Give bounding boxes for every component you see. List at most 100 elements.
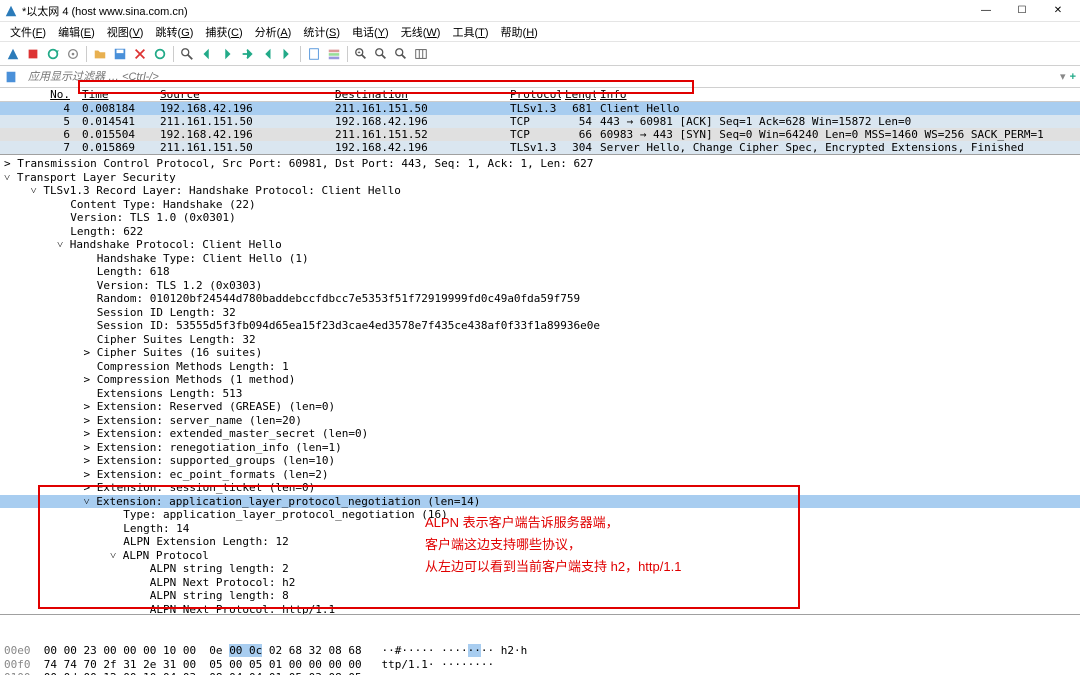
tree-node[interactable]: ˅ TLSv1.3 Record Layer: Handshake Protoc… bbox=[0, 184, 1080, 198]
menu-stats[interactable]: 统计(S) bbox=[297, 22, 346, 42]
tree-node[interactable]: > Extension: extended_master_secret (len… bbox=[0, 427, 1080, 441]
titlebar: *以太网 4 (host www.sina.com.cn) — ☐ ✕ bbox=[0, 0, 1080, 22]
tree-node[interactable]: > Transmission Control Protocol, Src Por… bbox=[0, 157, 1080, 171]
hex-row[interactable]: 00f0 74 74 70 2f 31 2e 31 00 05 00 05 01… bbox=[4, 658, 1076, 672]
minimize-button[interactable]: — bbox=[968, 0, 1004, 22]
toolbar-separator bbox=[347, 46, 348, 62]
zoom-in-icon[interactable]: + bbox=[352, 45, 370, 63]
goto-icon[interactable] bbox=[238, 45, 256, 63]
menubar: 文件(F) 编辑(E) 视图(V) 跳转(G) 捕获(C) 分析(A) 统计(S… bbox=[0, 22, 1080, 42]
tree-node[interactable]: > Extension: server_name (len=20) bbox=[0, 414, 1080, 428]
window-title: *以太网 4 (host www.sina.com.cn) bbox=[22, 3, 968, 19]
tree-node[interactable]: ˅ Extension: application_layer_protocol_… bbox=[0, 495, 1080, 509]
find-icon[interactable] bbox=[178, 45, 196, 63]
autoscroll-icon[interactable] bbox=[305, 45, 323, 63]
next-icon[interactable] bbox=[218, 45, 236, 63]
col-info[interactable]: Info bbox=[596, 88, 1080, 101]
packet-row[interactable]: 50.014541211.161.151.50192.168.42.196TCP… bbox=[0, 115, 1080, 128]
close-button[interactable]: ✕ bbox=[1040, 0, 1076, 22]
tree-node[interactable]: Length: 622 bbox=[0, 225, 1080, 239]
hex-row[interactable]: 0100 00 0d 00 12 00 10 04 03 08 04 04 01… bbox=[4, 671, 1076, 675]
tree-node[interactable]: Extensions Length: 513 bbox=[0, 387, 1080, 401]
tree-node[interactable]: Version: TLS 1.2 (0x0303) bbox=[0, 279, 1080, 293]
save-icon[interactable] bbox=[111, 45, 129, 63]
filter-bar: ▾ + bbox=[0, 66, 1080, 88]
packet-list: No. Time Source Destination Protocol Len… bbox=[0, 88, 1080, 155]
toolbar-separator bbox=[173, 46, 174, 62]
packet-row[interactable]: 60.015504192.168.42.196211.161.151.52TCP… bbox=[0, 128, 1080, 141]
menu-edit[interactable]: 编辑(E) bbox=[52, 22, 101, 42]
window-controls: — ☐ ✕ bbox=[968, 0, 1076, 22]
tree-node[interactable]: ALPN string length: 8 bbox=[0, 589, 1080, 603]
tree-node[interactable]: > Cipher Suites (16 suites) bbox=[0, 346, 1080, 360]
restart-capture-icon[interactable] bbox=[44, 45, 62, 63]
options-icon[interactable] bbox=[64, 45, 82, 63]
menu-view[interactable]: 视图(V) bbox=[101, 22, 150, 42]
toolbar: + bbox=[0, 42, 1080, 66]
col-source[interactable]: Source bbox=[156, 88, 331, 101]
toolbar-separator bbox=[300, 46, 301, 62]
tree-node[interactable]: ˅ Handshake Protocol: Client Hello bbox=[0, 238, 1080, 252]
filter-add-icon[interactable]: + bbox=[1070, 71, 1076, 83]
menu-tel[interactable]: 电话(Y) bbox=[346, 22, 395, 42]
hex-row[interactable]: 00e0 00 00 23 00 00 00 10 00 0e 00 0c 02… bbox=[4, 644, 1076, 658]
annotation-line: ALPN 表示客户端告诉服务器端， bbox=[425, 512, 681, 534]
col-time[interactable]: Time bbox=[78, 88, 156, 101]
filter-bookmark-icon[interactable] bbox=[2, 68, 20, 86]
tree-node[interactable]: Length: 618 bbox=[0, 265, 1080, 279]
hex-dump[interactable]: 00e0 00 00 23 00 00 00 10 00 0e 00 0c 02… bbox=[0, 615, 1080, 675]
svg-text:+: + bbox=[358, 50, 361, 56]
tree-node[interactable]: Handshake Type: Client Hello (1) bbox=[0, 252, 1080, 266]
display-filter-input[interactable] bbox=[22, 67, 1056, 87]
packet-details[interactable]: > Transmission Control Protocol, Src Por… bbox=[0, 155, 1080, 615]
tree-node[interactable]: Cipher Suites Length: 32 bbox=[0, 333, 1080, 347]
tree-node[interactable]: > Extension: ec_point_formats (len=2) bbox=[0, 468, 1080, 482]
col-no[interactable]: No. bbox=[0, 88, 78, 101]
reload-icon[interactable] bbox=[151, 45, 169, 63]
tree-node[interactable]: Random: 010120bf24544d780baddebccfdbcc7e… bbox=[0, 292, 1080, 306]
toolbar-separator bbox=[86, 46, 87, 62]
packet-row[interactable]: 40.008184192.168.42.196211.161.151.50TLS… bbox=[0, 102, 1080, 115]
menu-help[interactable]: 帮助(H) bbox=[495, 22, 544, 42]
menu-tools[interactable]: 工具(T) bbox=[446, 22, 494, 42]
tree-node[interactable]: Content Type: Handshake (22) bbox=[0, 198, 1080, 212]
tree-node[interactable]: > Extension: session_ticket (len=0) bbox=[0, 481, 1080, 495]
tree-node[interactable]: Session ID: 53555d5f3fb094d65ea15f23d3ca… bbox=[0, 319, 1080, 333]
app-icon bbox=[4, 4, 18, 18]
col-protocol[interactable]: Protocol bbox=[506, 88, 561, 101]
tree-node[interactable]: Version: TLS 1.0 (0x0301) bbox=[0, 211, 1080, 225]
menu-file[interactable]: 文件(F) bbox=[4, 22, 52, 42]
zoom-out-icon[interactable] bbox=[372, 45, 390, 63]
resize-cols-icon[interactable] bbox=[412, 45, 430, 63]
menu-capture[interactable]: 捕获(C) bbox=[199, 22, 248, 42]
first-icon[interactable] bbox=[258, 45, 276, 63]
tree-node[interactable]: > Extension: renegotiation_info (len=1) bbox=[0, 441, 1080, 455]
tree-node[interactable]: ˅ Transport Layer Security bbox=[0, 171, 1080, 185]
menu-analyze[interactable]: 分析(A) bbox=[249, 22, 298, 42]
tree-node[interactable]: Session ID Length: 32 bbox=[0, 306, 1080, 320]
close-file-icon[interactable] bbox=[131, 45, 149, 63]
tree-node[interactable]: ALPN Next Protocol: http/1.1 bbox=[0, 603, 1080, 616]
last-icon[interactable] bbox=[278, 45, 296, 63]
menu-go[interactable]: 跳转(G) bbox=[149, 22, 199, 42]
annotation-line: 从左边可以看到当前客户端支持 h2，http/1.1 bbox=[425, 556, 681, 578]
tree-node[interactable]: > Compression Methods (1 method) bbox=[0, 373, 1080, 387]
open-file-icon[interactable] bbox=[91, 45, 109, 63]
packet-row[interactable]: 70.015869211.161.151.50192.168.42.196TLS… bbox=[0, 141, 1080, 154]
tree-node[interactable]: > Extension: Reserved (GREASE) (len=0) bbox=[0, 400, 1080, 414]
filter-dropdown-icon[interactable]: ▾ bbox=[1060, 70, 1066, 83]
col-destination[interactable]: Destination bbox=[331, 88, 506, 101]
col-length[interactable]: Length bbox=[561, 88, 596, 101]
maximize-button[interactable]: ☐ bbox=[1004, 0, 1040, 22]
zoom-reset-icon[interactable] bbox=[392, 45, 410, 63]
tree-node[interactable]: > Extension: supported_groups (len=10) bbox=[0, 454, 1080, 468]
start-capture-icon[interactable] bbox=[4, 45, 22, 63]
filter-end: ▾ + bbox=[1056, 70, 1080, 83]
menu-wireless[interactable]: 无线(W) bbox=[395, 22, 447, 42]
packet-list-header: No. Time Source Destination Protocol Len… bbox=[0, 88, 1080, 102]
colorize-icon[interactable] bbox=[325, 45, 343, 63]
annotation-text: ALPN 表示客户端告诉服务器端， 客户端这边支持哪些协议， 从左边可以看到当前… bbox=[425, 512, 681, 578]
stop-capture-icon[interactable] bbox=[24, 45, 42, 63]
prev-icon[interactable] bbox=[198, 45, 216, 63]
tree-node[interactable]: Compression Methods Length: 1 bbox=[0, 360, 1080, 374]
